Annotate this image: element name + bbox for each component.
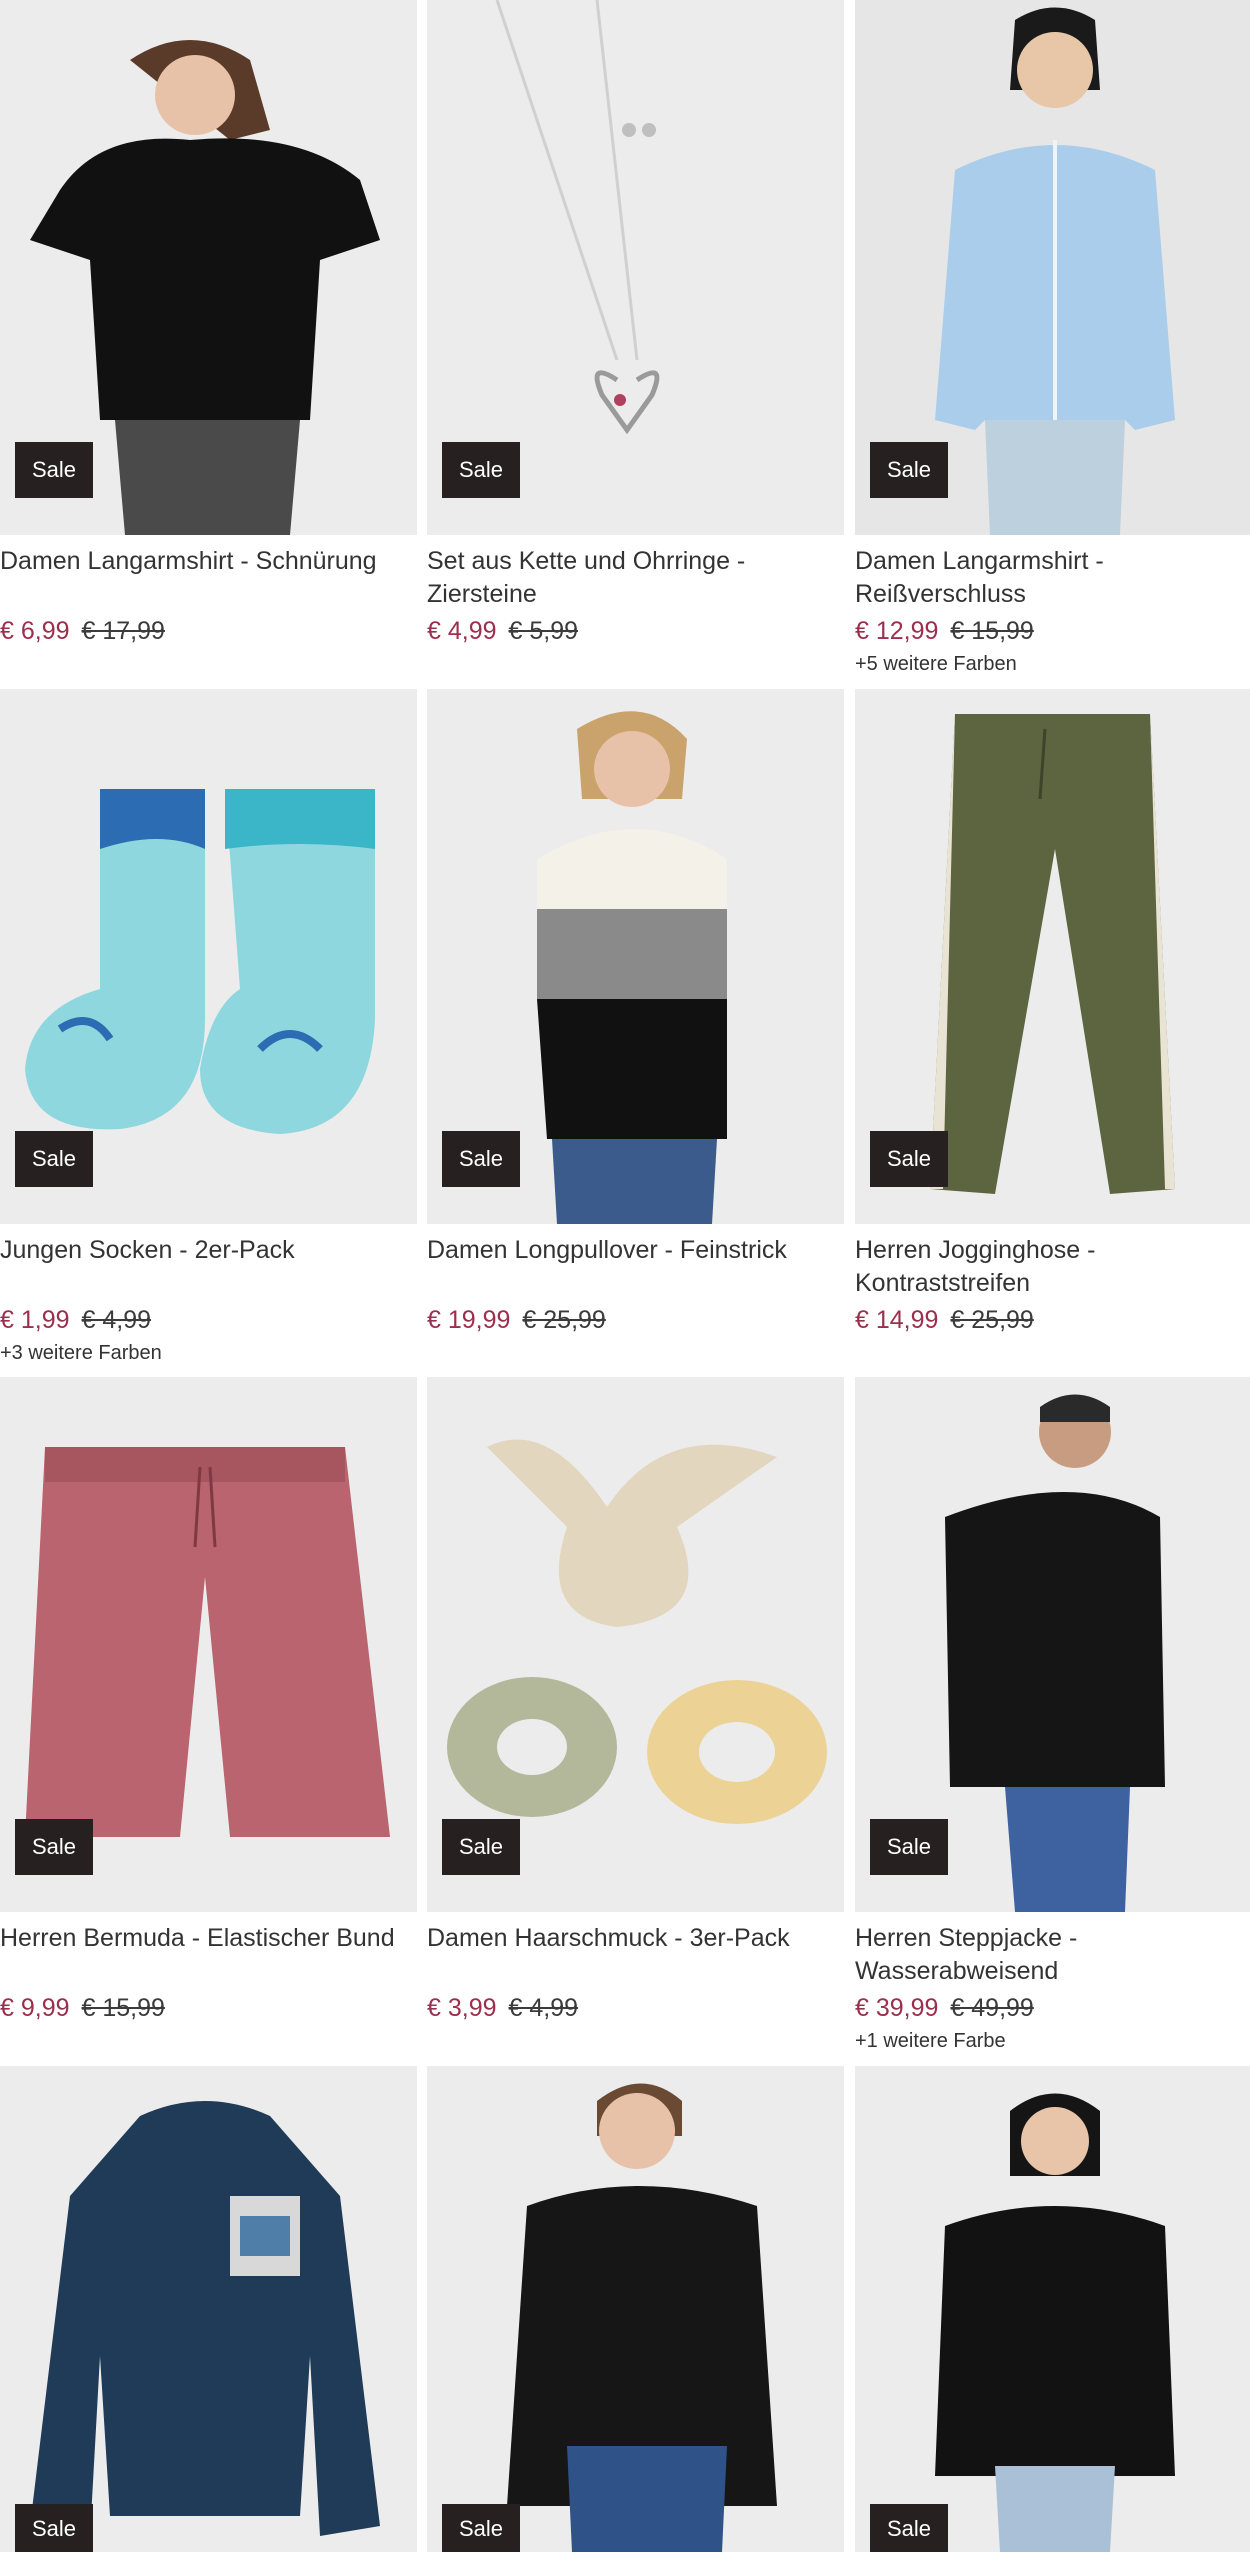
product-image[interactable]: Sale [427, 689, 844, 1224]
sale-price: € 3,99 [427, 1994, 497, 2022]
product-card[interactable]: Sale [855, 2066, 1250, 2552]
product-image[interactable]: Sale [427, 1377, 844, 1912]
product-card[interactable]: Sale Jungen Socken - 2er-Pack € 1,99 € 4,… [0, 689, 417, 1366]
product-card[interactable]: Sale [0, 2066, 417, 2552]
sale-price: € 6,99 [0, 617, 70, 645]
sale-badge: Sale [15, 1819, 93, 1875]
more-colors-link[interactable]: +1 weitere Farbe [855, 2028, 1250, 2054]
sale-price: € 39,99 [855, 1994, 939, 2022]
price-row: € 39,99 € 49,99 [855, 1988, 1250, 2028]
product-image[interactable]: Sale [855, 0, 1250, 535]
product-title[interactable]: Herren Jogginghose - Kontraststreifen [855, 1234, 1155, 1300]
sale-badge: Sale [870, 2504, 948, 2552]
price-row: € 1,99 € 4,99 [0, 1300, 417, 1340]
product-card[interactable]: Sale [427, 2066, 844, 2552]
product-title[interactable]: Damen Longpullover - Feinstrick [427, 1234, 844, 1300]
product-grid: Sale Damen Langarmshirt - Schnürung € 6,… [0, 0, 1250, 2552]
sale-price: € 19,99 [427, 1306, 511, 1334]
product-title[interactable]: Herren Bermuda - Elastischer Bund [0, 1922, 417, 1988]
sale-badge: Sale [15, 1131, 93, 1187]
product-photo [855, 2066, 1250, 2552]
sale-price: € 9,99 [0, 1994, 70, 2022]
product-card[interactable]: Sale Herren Bermuda - Elastischer Bund €… [0, 1377, 417, 2028]
sale-badge: Sale [15, 442, 93, 498]
product-card[interactable]: Sale Damen Haarschmuck - 3er-Pack € 3,99… [427, 1377, 844, 2028]
sale-price: € 1,99 [0, 1306, 70, 1334]
price-row: € 19,99 € 25,99 [427, 1300, 844, 1340]
sale-badge: Sale [15, 2504, 93, 2552]
original-price: € 5,99 [508, 617, 579, 645]
price-row: € 14,99 € 25,99 [855, 1300, 1250, 1340]
more-colors-link[interactable]: +3 weitere Farben [0, 1340, 417, 1366]
product-card[interactable]: Sale Damen Longpullover - Feinstrick € 1… [427, 689, 844, 1340]
product-card[interactable]: Sale Herren Steppjacke - Wasserabweisend… [855, 1377, 1250, 2054]
sale-badge: Sale [442, 1819, 520, 1875]
product-image[interactable]: Sale [0, 0, 417, 535]
product-photo [427, 2066, 844, 2552]
product-image[interactable]: Sale [855, 2066, 1250, 2552]
original-price: € 15,99 [950, 617, 1034, 645]
product-image[interactable]: Sale [427, 2066, 844, 2552]
product-title[interactable]: Damen Haarschmuck - 3er-Pack [427, 1922, 844, 1988]
product-title[interactable]: Herren Steppjacke - Wasserabweisend [855, 1922, 1155, 1988]
original-price: € 25,99 [950, 1306, 1034, 1334]
product-image[interactable]: Sale [0, 689, 417, 1224]
sale-badge: Sale [442, 2504, 520, 2552]
original-price: € 17,99 [81, 617, 165, 645]
more-colors-link[interactable]: +5 weitere Farben [855, 651, 1250, 677]
sale-badge: Sale [442, 1131, 520, 1187]
product-image[interactable]: Sale [0, 1377, 417, 1912]
product-image[interactable]: Sale [427, 0, 844, 535]
sale-price: € 12,99 [855, 617, 939, 645]
product-card[interactable]: Sale Set aus Kette und Ohrringe - Zierst… [427, 0, 844, 651]
sale-badge: Sale [870, 1819, 948, 1875]
product-title[interactable]: Damen Langarmshirt - Schnürung [0, 545, 417, 611]
original-price: € 4,99 [81, 1306, 152, 1334]
sale-price: € 4,99 [427, 617, 497, 645]
price-row: € 4,99 € 5,99 [427, 611, 844, 651]
price-row: € 6,99 € 17,99 [0, 611, 417, 651]
sale-price: € 14,99 [855, 1306, 939, 1334]
product-title[interactable]: Jungen Socken - 2er-Pack [0, 1234, 417, 1300]
price-row: € 12,99 € 15,99 [855, 611, 1250, 651]
product-image[interactable]: Sale [855, 1377, 1250, 1912]
sale-badge: Sale [870, 1131, 948, 1187]
product-title[interactable]: Damen Langarmshirt - Reißverschluss [855, 545, 1155, 611]
product-image[interactable]: Sale [855, 689, 1250, 1224]
product-card[interactable]: Sale Damen Langarmshirt - Schnürung € 6,… [0, 0, 417, 651]
product-card[interactable]: Sale Damen Langarmshirt - Reißverschluss… [855, 0, 1250, 677]
price-row: € 9,99 € 15,99 [0, 1988, 417, 2028]
price-row: € 3,99 € 4,99 [427, 1988, 844, 2028]
sale-badge: Sale [870, 442, 948, 498]
sale-badge: Sale [442, 442, 520, 498]
original-price: € 49,99 [950, 1994, 1034, 2022]
original-price: € 25,99 [522, 1306, 606, 1334]
original-price: € 15,99 [81, 1994, 165, 2022]
product-card[interactable]: Sale Herren Jogginghose - Kontraststreif… [855, 689, 1250, 1340]
original-price: € 4,99 [508, 1994, 579, 2022]
product-photo [0, 2066, 417, 2552]
product-title[interactable]: Set aus Kette und Ohrringe - Ziersteine [427, 545, 767, 611]
product-image[interactable]: Sale [0, 2066, 417, 2552]
